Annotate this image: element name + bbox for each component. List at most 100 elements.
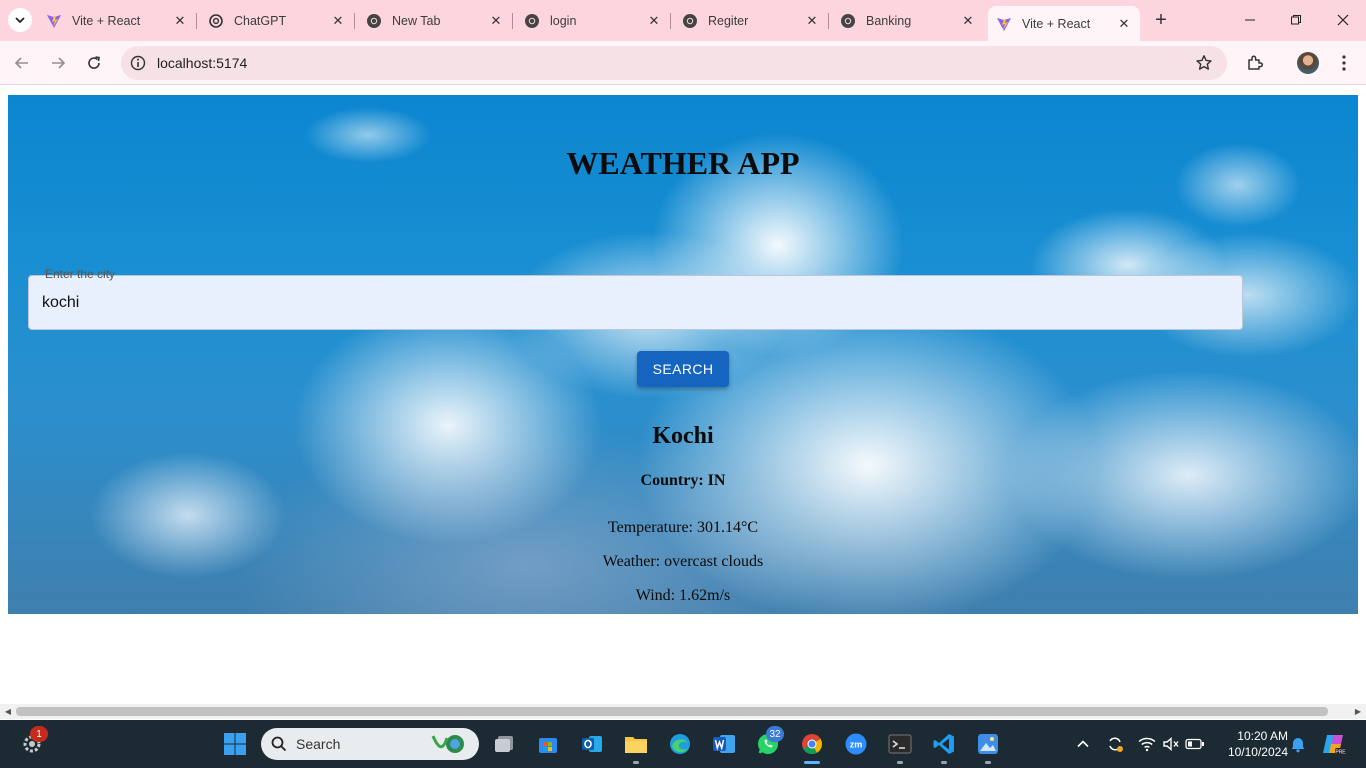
terminal-icon[interactable] (884, 728, 916, 764)
app-title: WEATHER APP (566, 145, 800, 181)
tab-chatgpt[interactable]: ChatGPT ✕ (208, 6, 346, 35)
clock-date: 10/10/2024 (1227, 745, 1288, 759)
back-button[interactable] (10, 51, 34, 75)
taskbar-search-placeholder: Search (296, 736, 341, 752)
task-view-icon[interactable] (488, 728, 520, 760)
arrow-left-icon (14, 57, 28, 69)
tab-close-icon[interactable]: ✕ (804, 13, 820, 29)
tab-close-icon[interactable]: ✕ (1116, 16, 1132, 32)
horizontal-scrollbar[interactable]: ◀ ▶ (0, 704, 1366, 719)
zoom-icon[interactable]: zm (840, 728, 872, 760)
tab-banking[interactable]: Banking ✕ (840, 6, 976, 35)
whatsapp-icon[interactable]: 32 (752, 726, 784, 760)
result-country: Country: IN (640, 472, 726, 489)
tab-title: Banking (866, 13, 912, 28)
scroll-left-arrow-icon[interactable]: ◀ (3, 707, 13, 716)
svg-text:PRE: PRE (1335, 750, 1346, 756)
tab-close-icon[interactable]: ✕ (330, 13, 346, 29)
running-indicator (804, 761, 820, 764)
windows-taskbar: 1 Search 32 zm 10:20 AM 10/10/2024 PRE (0, 720, 1366, 768)
notification-bell-icon[interactable] (1288, 734, 1308, 754)
close-window-icon[interactable] (1331, 8, 1355, 32)
tab-close-icon[interactable]: ✕ (960, 13, 976, 29)
taskbar-search-box[interactable]: Search (261, 728, 479, 760)
kebab-menu-icon[interactable] (1332, 51, 1356, 75)
battery-icon[interactable] (1185, 734, 1205, 754)
profile-avatar[interactable] (1297, 52, 1319, 74)
svg-text:zm: zm (850, 740, 863, 750)
tab-strip: Vite + React ✕ ChatGPT ✕ New Tab ✕ login… (0, 0, 1366, 41)
tab-vite-react[interactable]: Vite + React ✕ (46, 6, 188, 35)
scrollbar-thumb[interactable] (16, 707, 1328, 716)
notification-badge: 1 (30, 726, 48, 742)
reload-button[interactable] (82, 51, 106, 75)
paint-icon[interactable] (972, 728, 1004, 764)
minimize-icon[interactable] (1238, 8, 1262, 32)
vscode-icon[interactable] (928, 728, 960, 764)
tab-vite-react-active[interactable]: Vite + React ✕ (988, 6, 1140, 41)
chatgpt-icon (208, 13, 224, 29)
url-text[interactable]: localhost:5174 (157, 55, 247, 71)
tab-separator (828, 13, 829, 29)
tab-search-button[interactable] (8, 8, 32, 32)
tab-title: Regiter (708, 13, 749, 28)
forward-button[interactable] (46, 51, 70, 75)
globe-icon (840, 13, 856, 29)
reload-icon (88, 56, 100, 69)
edge-icon[interactable] (664, 728, 696, 760)
tab-new-tab[interactable]: New Tab ✕ (366, 6, 504, 35)
chevron-up-icon[interactable] (1073, 734, 1093, 754)
address-bar[interactable]: localhost:5174 (121, 46, 1227, 80)
result-wind: Wind: 1.62m/s (635, 587, 731, 604)
microsoft-store-icon[interactable] (532, 728, 564, 760)
globe-icon (682, 13, 698, 29)
sync-icon[interactable] (1105, 734, 1125, 754)
system-clock[interactable]: 10:20 AM 10/10/2024 (1222, 728, 1288, 760)
outlook-icon[interactable] (576, 728, 608, 760)
tab-title: New Tab (392, 13, 441, 28)
tab-title: Vite + React (72, 13, 141, 28)
wifi-icon[interactable] (1137, 734, 1157, 754)
site-info-icon[interactable] (130, 55, 146, 71)
tab-separator (196, 13, 197, 29)
copilot-icon[interactable]: PRE (1321, 731, 1347, 757)
windows-start-icon[interactable] (219, 728, 251, 760)
vite-icon (46, 13, 62, 29)
file-explorer-icon[interactable] (620, 728, 652, 764)
tab-title: login (550, 13, 577, 28)
running-indicator (633, 761, 639, 764)
result-weather: Weather: overcast clouds (602, 553, 764, 570)
clock-time: 10:20 AM (1237, 729, 1288, 743)
running-indicator (897, 761, 903, 764)
tab-regiter[interactable]: Regiter ✕ (682, 6, 820, 35)
city-input[interactable] (28, 275, 1243, 330)
chrome-taskbar-icon[interactable] (796, 728, 828, 764)
vite-icon (996, 16, 1012, 32)
volume-muted-icon[interactable] (1161, 734, 1181, 754)
browser-toolbar: localhost:5174 (0, 41, 1366, 85)
search-button[interactable]: SEARCH (637, 351, 729, 387)
scroll-right-arrow-icon[interactable]: ▶ (1353, 707, 1363, 716)
tab-separator (512, 13, 513, 29)
running-indicator (985, 761, 991, 764)
settings-gear-icon[interactable]: 1 (16, 726, 48, 760)
extensions-icon[interactable] (1243, 51, 1267, 75)
result-city: Kochi (652, 423, 714, 449)
tab-login[interactable]: login ✕ (524, 6, 662, 35)
word-icon[interactable] (708, 728, 740, 760)
tab-close-icon[interactable]: ✕ (488, 13, 504, 29)
bookmark-star-icon[interactable] (1195, 54, 1213, 72)
arrow-right-icon (52, 57, 66, 69)
tab-close-icon[interactable]: ✕ (172, 13, 188, 29)
page-viewport: WEATHER APP Enter the city SEARCH Kochi … (0, 86, 1366, 704)
restore-icon[interactable] (1284, 8, 1308, 32)
new-tab-button[interactable]: + (1150, 9, 1172, 31)
weather-app-container: WEATHER APP Enter the city SEARCH Kochi … (8, 95, 1358, 614)
globe-icon (524, 13, 540, 29)
chrome-icon (366, 13, 382, 29)
tab-title: ChatGPT (234, 13, 287, 28)
tab-close-icon[interactable]: ✕ (646, 13, 662, 29)
result-temperature: Temperature: 301.14°C (607, 519, 759, 536)
chevron-down-icon (15, 17, 25, 24)
whatsapp-badge: 32 (766, 726, 784, 742)
